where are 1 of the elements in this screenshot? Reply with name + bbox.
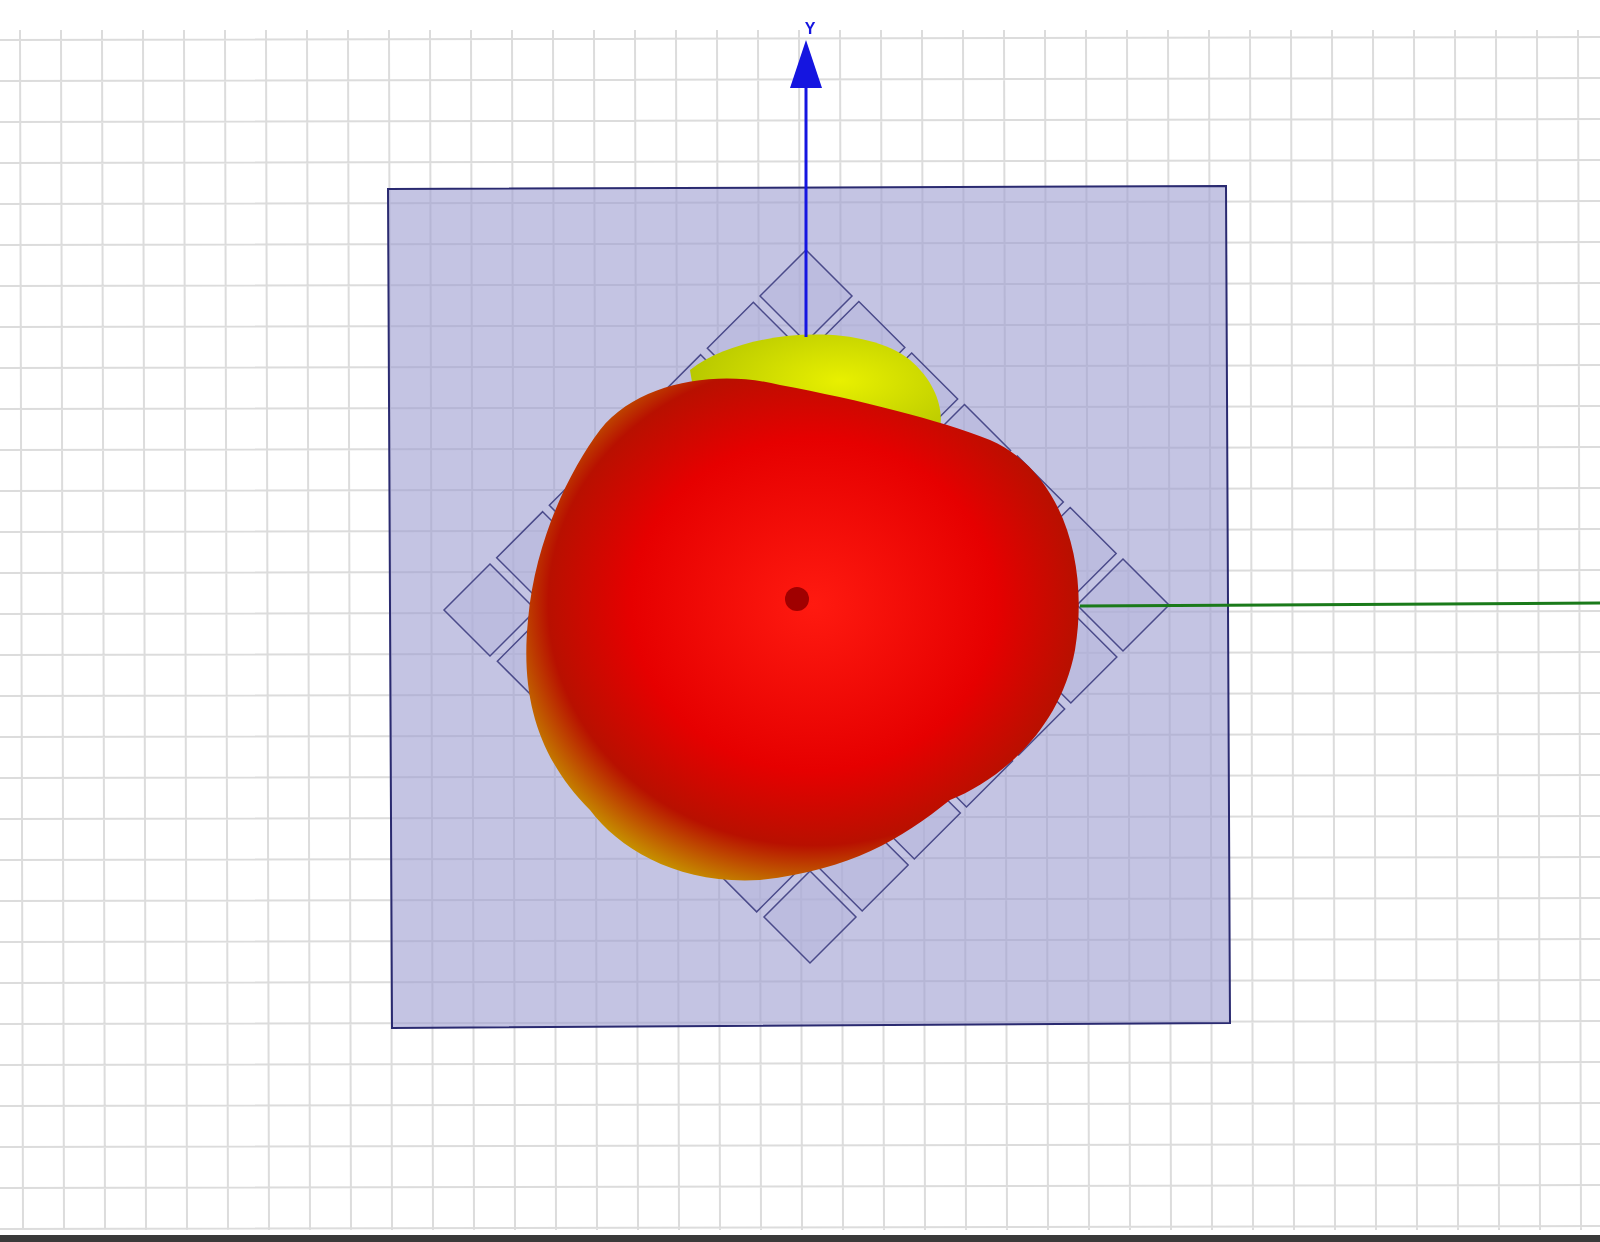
axis-label: Y bbox=[804, 20, 816, 37]
